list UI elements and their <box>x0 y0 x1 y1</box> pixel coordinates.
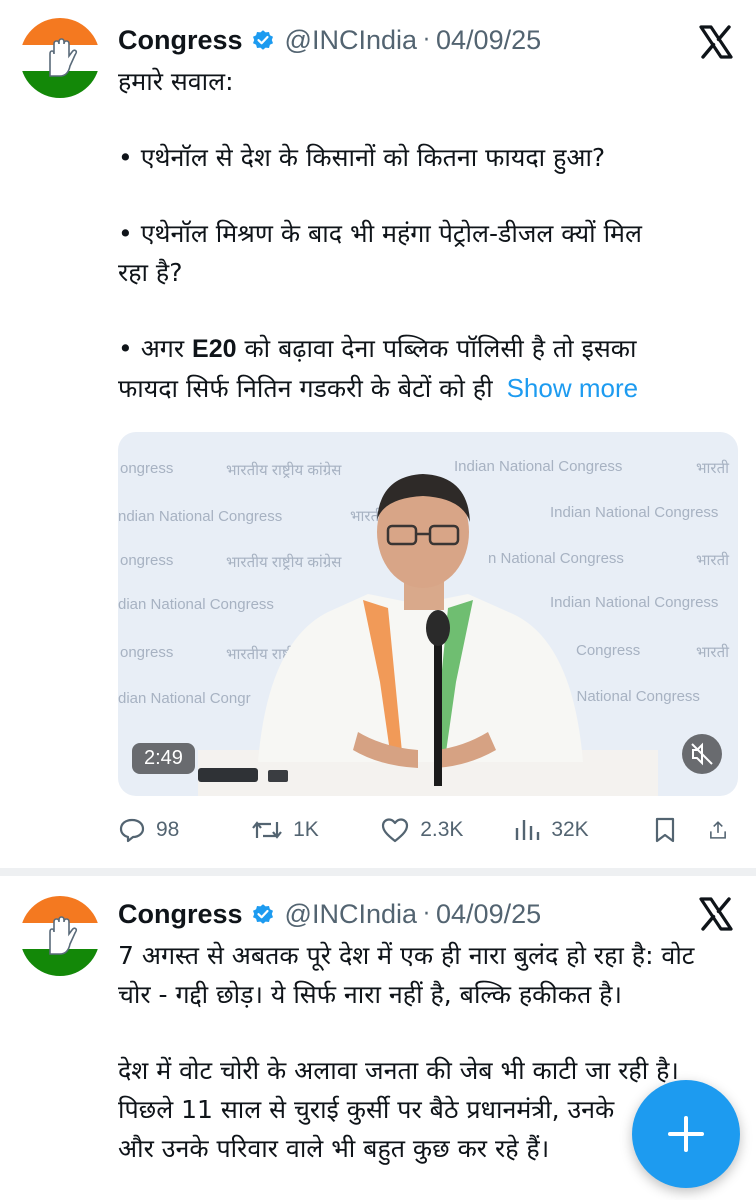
bookmark-icon <box>656 817 675 843</box>
tweet-paragraph: • अगर E20 को बढ़ावा देना पब्लिक पॉलिसी ह… <box>118 329 718 369</box>
reply-count: 98 <box>156 818 180 841</box>
text-fragment: फायदा सिर्फ नितिन गडकरी के बेटों को ही <box>118 374 493 403</box>
tweet-text: हमारे सवाल: • एथेनॉल से देश के किसानों क… <box>118 62 718 408</box>
compose-button[interactable] <box>632 1080 740 1188</box>
share-icon <box>710 821 726 839</box>
text-fragment: • अगर <box>118 334 193 363</box>
repost-button[interactable]: 1K <box>251 816 380 844</box>
author-handle[interactable]: @INCIndia <box>285 899 417 930</box>
tweet-line: 7 अगस्त से अबतक पूरे देश में एक ही नारा … <box>118 941 695 970</box>
share-button[interactable] <box>708 816 738 844</box>
bold-text: E20 <box>192 335 237 363</box>
reply-button[interactable]: 98 <box>118 816 251 844</box>
video-frame <box>198 474 658 796</box>
video-duration: 2:49 <box>132 743 195 774</box>
verified-badge-icon <box>252 30 273 50</box>
avatar[interactable] <box>20 18 100 98</box>
author-name[interactable]: Congress <box>118 25 243 56</box>
tweet-header: Congress @INCIndia · 04/09/25 <box>118 894 541 934</box>
tweet-1[interactable]: Congress @INCIndia · 04/09/25 हमारे सवाल… <box>0 0 756 869</box>
views-button[interactable]: 32K <box>513 816 652 844</box>
tweet-paragraph: फायदा सिर्फ नितिन गडकरी के बेटों को ही Sh… <box>118 369 718 408</box>
tweet-paragraph: रहा है? <box>118 258 183 287</box>
like-icon <box>382 818 409 843</box>
tweet-paragraph: • एथेनॉल से देश के किसानों को कितना फायद… <box>118 143 606 172</box>
text-fragment: को बढ़ावा देना पब्लिक पॉलिसी है तो इसका <box>236 334 637 363</box>
congress-logo-icon <box>20 18 100 98</box>
action-bar: 98 1K 2.3K 32K <box>118 812 738 848</box>
views-icon <box>516 820 540 840</box>
x-logo-icon <box>699 897 733 931</box>
tweet-line: चोर - गद्दी छोड़। ये सिर्फ नारा नहीं है,… <box>118 980 622 1009</box>
separator: · <box>423 901 431 927</box>
repost-icon <box>252 821 282 839</box>
tweet-header: Congress @INCIndia · 04/09/25 <box>118 20 541 60</box>
compose-icon <box>668 1116 704 1152</box>
tweet-paragraph: हमारे सवाल: <box>118 67 234 96</box>
mute-icon <box>691 742 713 766</box>
mute-button[interactable] <box>682 734 722 774</box>
show-more-link[interactable]: Show more <box>507 373 639 403</box>
author-handle[interactable]: @INCIndia <box>285 25 417 56</box>
avatar[interactable] <box>20 896 100 976</box>
video-player[interactable]: ongress भारतीय राष्ट्रीय कांग्रेस Indian… <box>118 432 738 796</box>
x-logo-icon <box>699 25 733 59</box>
congress-logo-icon <box>20 896 100 976</box>
repost-count: 1K <box>293 818 319 841</box>
author-name[interactable]: Congress <box>118 899 243 930</box>
separator: · <box>423 27 431 53</box>
tweet-date[interactable]: 04/09/25 <box>436 25 541 56</box>
views-count: 32K <box>551 818 589 841</box>
like-button[interactable]: 2.3K <box>380 816 513 844</box>
like-count: 2.3K <box>420 818 464 841</box>
verified-badge-icon <box>252 904 273 924</box>
tweet-date[interactable]: 04/09/25 <box>436 899 541 930</box>
bookmark-button[interactable] <box>652 816 708 844</box>
tweet-paragraph: • एथेनॉल मिश्रण के बाद भी महंगा पेट्रोल-… <box>118 219 642 248</box>
reply-icon <box>119 818 145 843</box>
